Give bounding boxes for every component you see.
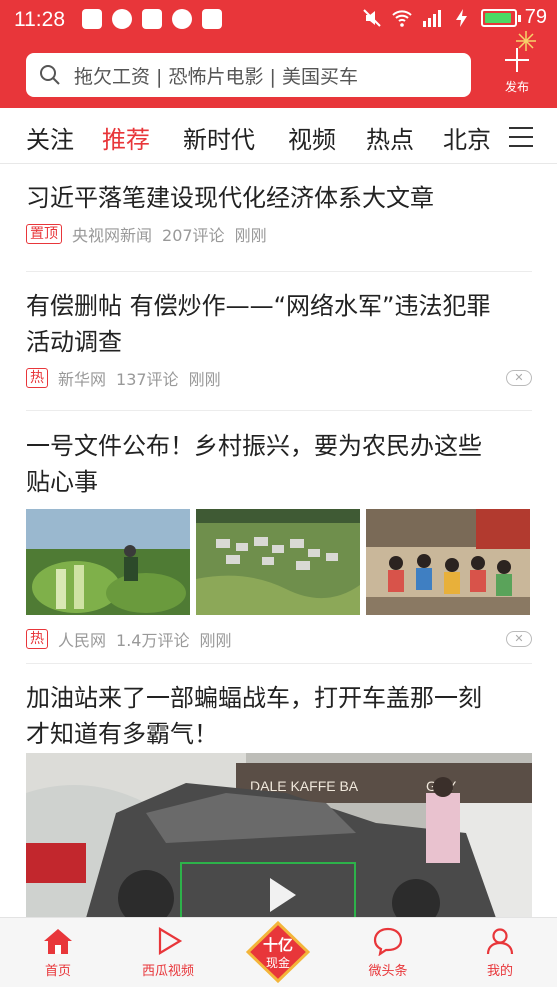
publish-button[interactable]: 发布 [495, 46, 539, 104]
channel-menu-icon[interactable] [507, 124, 535, 150]
home-icon [44, 929, 72, 954]
app-icon [142, 9, 162, 29]
weibo-icon [172, 9, 192, 29]
cash-reward-sub: 现金 [266, 955, 290, 970]
news-item[interactable]: 加油站来了一部蝙蝠战车，打开车盖那一刻 才知道有多霸气！ [26, 680, 532, 752]
news-thumbnails [26, 509, 532, 615]
nav-xigua-label: 西瓜视频 [141, 964, 194, 979]
dismiss-icon[interactable]: ✕ [506, 370, 532, 386]
news-source: 新华网 [58, 370, 107, 389]
charging-icon [455, 8, 467, 27]
battery-level: 79 [524, 6, 547, 28]
news-item[interactable]: 有偿删帖 有偿炒作——“网络水军”违法犯罪 活动调查 热 新华网 137评论 刚… [26, 288, 532, 390]
calendar-icon [202, 9, 222, 29]
news-title-line: 活动调查 [26, 328, 122, 356]
cash-reward-button[interactable]: 十亿 现金 [246, 921, 310, 983]
search-icon [40, 65, 60, 85]
status-right: 79 [361, 6, 547, 29]
news-title-line: 加油站来了一部蝙蝠战车，打开车盖那一刻 [26, 684, 482, 712]
nav-profile[interactable]: 我的 [460, 926, 540, 979]
comment-count: 137评论 [116, 370, 179, 389]
dismiss-icon[interactable]: ✕ [506, 631, 532, 647]
user-icon [486, 928, 514, 955]
news-item[interactable]: 习近平落笔建设现代化经济体系大文章 置顶 央视网新闻 207评论 刚刚 [26, 180, 532, 246]
cash-reward-title: 十亿 [263, 936, 293, 954]
tab-recommended[interactable]: 推荐 [102, 120, 150, 155]
news-source: 人民网 [58, 631, 107, 650]
status-bar: 11:28 79 [0, 0, 557, 42]
chat-icon [112, 9, 132, 29]
hot-badge: 热 [26, 629, 48, 649]
divider [26, 410, 532, 411]
tab-beijing[interactable]: 北京 [443, 120, 491, 155]
news-title-line: 一号文件公布！乡村振兴，要为农民办这些 [26, 432, 482, 460]
tab-video[interactable]: 视频 [288, 120, 336, 155]
hot-badge: 热 [26, 368, 48, 388]
wifi-icon [392, 9, 412, 27]
plus-icon [505, 48, 529, 72]
news-item[interactable]: 一号文件公布！乡村振兴，要为农民办这些 贴心事 热 人民网 1.4万评论 刚刚 … [26, 428, 532, 651]
message-icon [82, 9, 102, 29]
battery-icon [480, 8, 521, 27]
play-icon[interactable] [252, 872, 308, 918]
news-meta: 置顶 央视网新闻 207评论 刚刚 [26, 222, 532, 246]
nav-profile-label: 我的 [486, 964, 513, 979]
divider [26, 663, 532, 664]
notification-icons [82, 9, 222, 29]
header: 11:28 79 拖欠工资 | 恐怖片电影 | 美国买车 发布 [0, 0, 557, 108]
news-time: 刚刚 [199, 631, 232, 650]
tab-follow[interactable]: 关注 [26, 120, 74, 155]
tab-new-era[interactable]: 新时代 [183, 120, 255, 155]
news-title-line: 才知道有多霸气！ [26, 720, 218, 748]
news-time: 刚刚 [234, 226, 267, 245]
video-play-icon [158, 927, 183, 955]
search-placeholder: 拖欠工资 | 恐怖片电影 | 美国买车 [74, 65, 358, 88]
pinned-badge: 置顶 [26, 224, 62, 244]
divider [26, 271, 532, 272]
publish-label: 发布 [504, 80, 529, 94]
thumbnail-village [196, 509, 360, 615]
news-time: 刚刚 [188, 370, 221, 389]
news-source: 央视网新闻 [72, 226, 153, 245]
news-title: 习近平落笔建设现代化经济体系大文章 [26, 184, 434, 212]
nav-micro-label: 微头条 [368, 964, 408, 979]
news-title-line: 有偿删帖 有偿炒作——“网络水军”违法犯罪 [26, 292, 491, 320]
chat-bubble-icon [373, 927, 403, 956]
nav-home[interactable]: 首页 [18, 926, 98, 979]
tab-hot[interactable]: 热点 [366, 120, 414, 155]
search-bar[interactable]: 拖欠工资 | 恐怖片电影 | 美国买车 [26, 53, 471, 97]
nav-micro-headline[interactable]: 微头条 [348, 926, 428, 979]
comment-count: 207评论 [162, 226, 225, 245]
thumbnail-children [366, 509, 530, 615]
mute-icon [363, 8, 381, 27]
news-meta: 热 人民网 1.4万评论 刚刚 ✕ [26, 627, 532, 651]
news-meta: 热 新华网 137评论 刚刚 ✕ [26, 366, 532, 390]
nav-home-label: 首页 [44, 964, 71, 979]
status-time: 11:28 [14, 8, 65, 31]
channel-tabs: 关注 推荐 新时代 视频 热点 北京 [0, 108, 557, 164]
comment-count: 1.4万评论 [116, 631, 190, 650]
signal-icon [422, 9, 441, 27]
thumbnail-vegetables [26, 509, 190, 615]
news-title-line: 贴心事 [26, 468, 98, 496]
nav-xigua-video[interactable]: 西瓜视频 [128, 926, 208, 979]
